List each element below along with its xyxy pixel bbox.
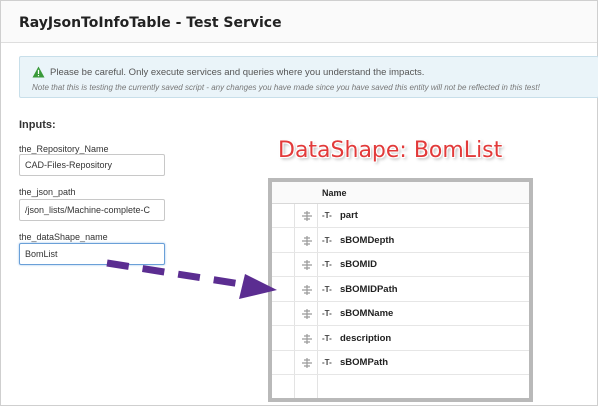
grid-row-sbomname[interactable]: -T-sBOMName (272, 302, 529, 326)
grid-row-description[interactable]: -T-description (272, 327, 529, 351)
string-type-icon: -T- (322, 260, 332, 269)
string-type-icon: -T- (322, 235, 332, 245)
drag-handle-icon[interactable] (300, 259, 314, 271)
grid-row-sbomid[interactable]: -T-sBOMID (272, 253, 529, 277)
field-name: part (340, 210, 358, 221)
dialog-header: RayJsonToInfoTable - Test Service (1, 1, 597, 43)
drag-handle-icon[interactable] (300, 357, 314, 369)
grid-header: Name (272, 182, 529, 204)
datashape-name-input[interactable]: BomList (19, 243, 165, 265)
field-name: description (340, 332, 392, 344)
json-path-label: the_json_path (19, 187, 76, 197)
string-type-icon: -T- (322, 211, 332, 220)
drag-handle-icon[interactable] (300, 210, 314, 222)
drag-handle-icon[interactable] (300, 284, 314, 296)
grid-header-name[interactable]: Name (322, 188, 347, 198)
datashape-annotation-title: DataShape: BomList (278, 138, 503, 163)
field-name: sBOMID (340, 259, 377, 270)
drag-handle-icon[interactable] (300, 308, 314, 320)
field-name: sBOMPath (340, 357, 389, 368)
grid-row-part[interactable]: -T-part (272, 204, 529, 228)
drag-handle-icon[interactable] (300, 333, 314, 345)
grid-row-sbomidpath[interactable]: -T-sBOMIDPath (272, 278, 529, 302)
warning-note: Note that this is testing the currently … (32, 83, 540, 92)
string-type-icon: -T- (322, 358, 332, 367)
dialog-title: RayJsonToInfoTable - Test Service (19, 15, 282, 31)
grid-row-sbompath[interactable]: -T-sBOMPath (272, 351, 529, 375)
warning-banner: Please be careful. Only execute services… (19, 56, 598, 98)
datashape-fields-grid: Name -T-part -T-sBOMDepth -T-sBOMID -T-sBOM… (268, 178, 533, 402)
inputs-heading: Inputs: (19, 119, 56, 131)
warning-icon (32, 66, 45, 78)
test-service-dialog: RayJsonToInfoTable - Test Service Please… (0, 0, 598, 406)
string-type-icon: -T- (322, 284, 332, 294)
string-type-icon: -T- (322, 333, 332, 343)
field-name: sBOMIDPath (340, 283, 398, 295)
warning-message: Please be careful. Only execute services… (50, 67, 425, 78)
json-path-input[interactable]: /json_lists/Machine-complete-C (19, 199, 165, 221)
drag-handle-icon[interactable] (300, 235, 314, 247)
string-type-icon: -T- (322, 309, 332, 318)
field-name: sBOMDepth (340, 234, 395, 246)
grid-row-sbomdepth[interactable]: -T-sBOMDepth (272, 229, 529, 253)
repository-name-input[interactable]: CAD-Files-Repository (19, 154, 165, 176)
repository-name-label: the_Repository_Name (19, 144, 109, 154)
field-name: sBOMName (340, 308, 394, 319)
datashape-name-label: the_dataShape_name (19, 232, 108, 242)
